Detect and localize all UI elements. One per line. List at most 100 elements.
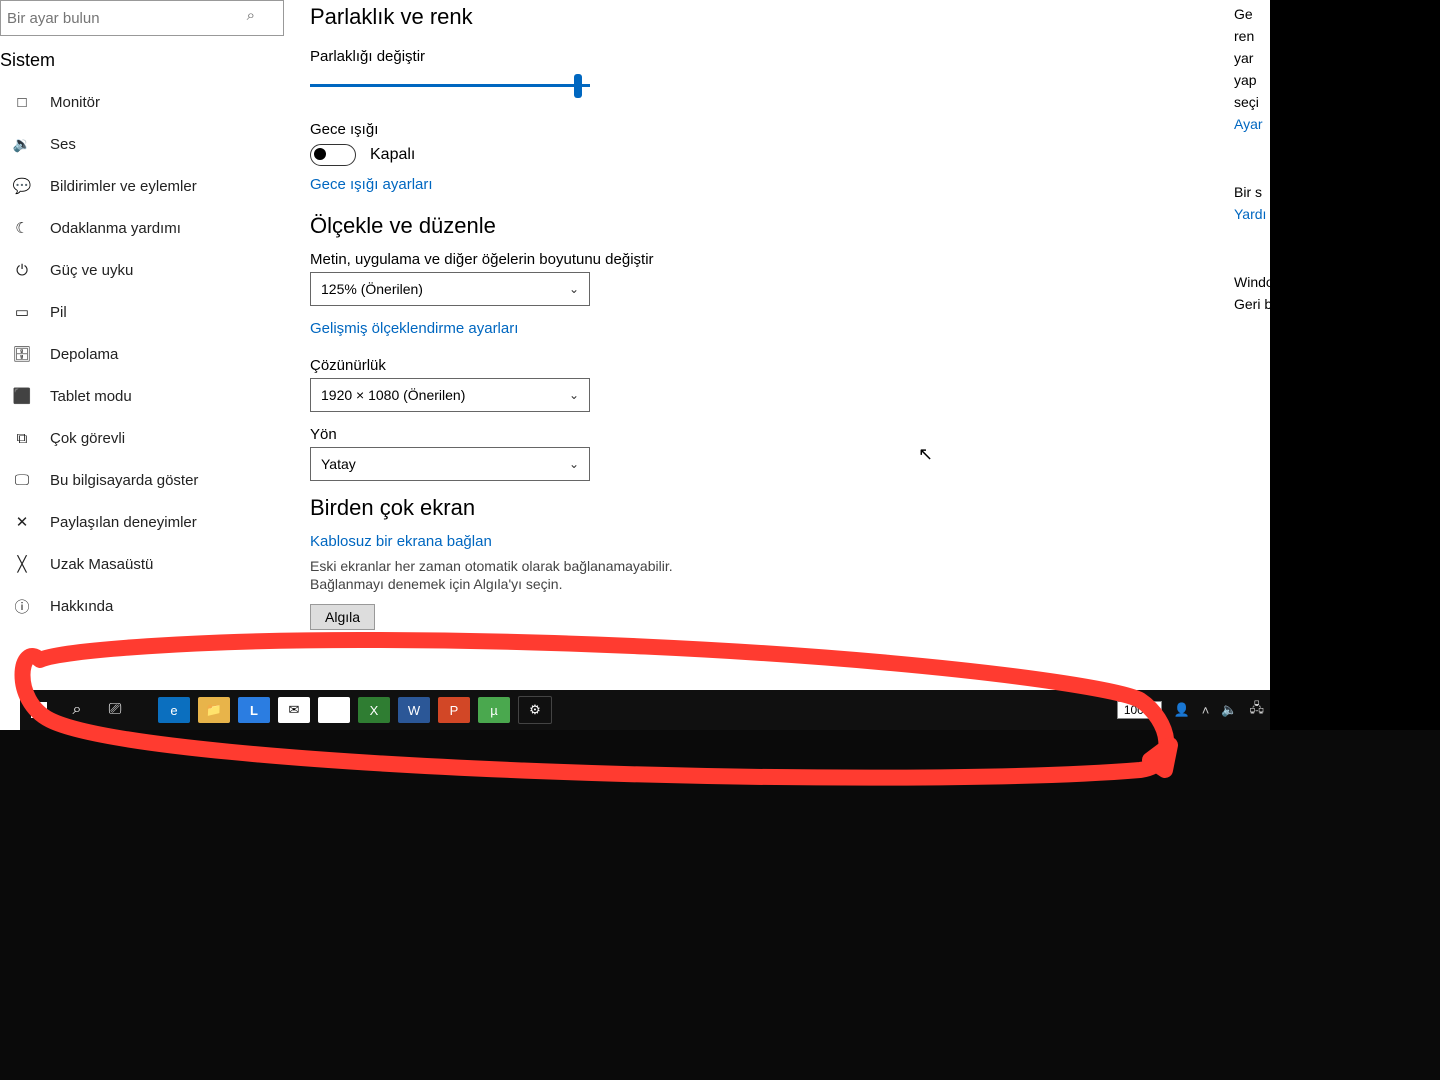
sidebar-item-label: Depolama (50, 346, 118, 363)
settings-search[interactable]: ⌕ (0, 0, 265, 36)
battery-icon: ▭ (12, 303, 32, 321)
link-wireless-display[interactable]: Kablosuz bir ekrana bağlan (310, 533, 1240, 550)
orientation-combobox[interactable]: Yatay ⌄ (310, 447, 590, 481)
section-heading-brightness: Parlaklık ve renk (310, 4, 1240, 30)
help-text: yap (1234, 72, 1270, 88)
multitask-icon: ⧉ (12, 430, 32, 447)
tray-people-icon[interactable]: 👤 (1174, 702, 1190, 718)
sidebar-item-monitor[interactable]: □Monitör (0, 81, 275, 123)
help-text: Ge (1234, 6, 1270, 22)
sidebar-nav: □Monitör 🔉Ses 💬Bildirimler ve eylemler ☾… (0, 81, 275, 627)
settings-main: Parlaklık ve renk Parlaklığı değiştir Ge… (310, 0, 1240, 690)
help-text: yar (1234, 50, 1270, 66)
combo-value: Yatay (321, 456, 356, 472)
label-resolution: Çözünürlük (310, 357, 1240, 374)
taskbar-app-chrome[interactable]: ◎ (318, 697, 350, 723)
task-view[interactable]: ⎚ (96, 690, 134, 730)
taskbar-app-explorer[interactable]: 📁 (198, 697, 230, 723)
sidebar-item-label: Çok görevli (50, 430, 125, 447)
taskbar: ⌕ ⎚ e 📁 L ✉ ◎ X W P µ ⚙ 100% 👤 ˄ 🔈 🖧 (20, 690, 1270, 730)
sidebar-item-label: Pil (50, 304, 67, 321)
sidebar-item-label: Odaklanma yardımı (50, 220, 181, 237)
start-button[interactable] (20, 690, 58, 730)
help-text: Geri bi (1234, 296, 1270, 312)
tray-chevron-up-icon[interactable]: ˄ (1202, 703, 1210, 718)
edge-icon: e (170, 703, 177, 718)
resolution-combobox[interactable]: 1920 × 1080 (Önerilen) ⌄ (310, 378, 590, 412)
taskbar-app-utorrent[interactable]: µ (478, 697, 510, 723)
taskbar-app-mail[interactable]: ✉ (278, 697, 310, 723)
chevron-down-icon: ⌄ (569, 388, 579, 402)
slider-track (310, 84, 590, 87)
toggle-knob (314, 148, 326, 160)
sidebar-item-focus[interactable]: ☾ Odaklanma yardımı (0, 207, 275, 249)
utorrent-icon: µ (490, 703, 498, 718)
sidebar-item-battery[interactable]: ▭ Pil (0, 291, 275, 333)
project-icon: 🖵 (12, 472, 32, 489)
slider-thumb[interactable] (574, 74, 582, 98)
taskbar-app-excel[interactable]: X (358, 697, 390, 723)
sidebar-item-notifications[interactable]: 💬Bildirimler ve eylemler (0, 165, 275, 207)
detect-button[interactable]: Algıla (310, 604, 375, 630)
notifications-icon: 💬 (12, 177, 32, 195)
hint-text: Bağlanmayı denemek için Algıla'yı seçin. (310, 576, 1240, 592)
taskbar-app-edge[interactable]: e (158, 697, 190, 723)
sidebar-item-label: Ses (50, 136, 76, 153)
taskbar-app-word[interactable]: W (398, 697, 430, 723)
gear-icon: ⚙ (529, 702, 541, 718)
combo-value: 1920 × 1080 (Önerilen) (321, 387, 465, 403)
help-link[interactable]: Yardı (1234, 206, 1270, 222)
power-icon: ⏻ (12, 262, 32, 279)
sidebar-item-about[interactable]: ⓘ Hakkında (0, 585, 275, 627)
sidebar-item-label: Hakkında (50, 598, 113, 615)
settings-sidebar: ⌕ Sistem □Monitör 🔉Ses 💬Bildirimler ve e… (0, 0, 275, 690)
folder-icon: 📁 (206, 702, 222, 718)
sidebar-item-storage[interactable]: 🗄 Depolama (0, 333, 275, 375)
sidebar-item-project[interactable]: 🖵 Bu bilgisayarda göster (0, 459, 275, 501)
taskbar-app-powerpoint[interactable]: P (438, 697, 470, 723)
moon-icon: ☾ (12, 219, 32, 237)
sidebar-item-label: Bu bilgisayarda göster (50, 472, 198, 489)
link-advanced-scaling[interactable]: Gelişmiş ölçeklendirme ayarları (310, 320, 1240, 337)
taskbar-app-settings[interactable]: ⚙ (518, 696, 552, 724)
tray-zoom: 100% (1117, 701, 1162, 719)
sidebar-item-label: Tablet modu (50, 388, 132, 405)
info-icon: ⓘ (12, 596, 32, 617)
search-icon: ⌕ (247, 7, 255, 24)
sidebar-item-tablet[interactable]: ⬛ Tablet modu (0, 375, 275, 417)
help-text: ren (1234, 28, 1270, 44)
sidebar-item-label: Monitör (50, 94, 100, 111)
help-link[interactable]: Ayar (1234, 116, 1270, 132)
chrome-icon: ◎ (328, 702, 339, 718)
help-text: seçi (1234, 94, 1270, 110)
help-panel: Ge ren yar yap seçi Ayar Bir s Yardı Win… (1234, 0, 1270, 690)
share-icon: ✕ (12, 513, 32, 531)
link-nightlight-settings[interactable]: Gece ışığı ayarları (310, 176, 1240, 193)
sidebar-item-shared[interactable]: ✕Paylaşılan deneyimler (0, 501, 275, 543)
label-brightness: Parlaklığı değiştir (310, 48, 1240, 65)
label-scale: Metin, uygulama ve diğer öğelerin boyutu… (310, 251, 1240, 268)
sidebar-item-power[interactable]: ⏻Güç ve uyku (0, 249, 275, 291)
brightness-slider[interactable] (310, 71, 590, 99)
storage-icon: 🗄 (12, 345, 32, 363)
tray-network-icon[interactable]: 🖧 (1250, 699, 1265, 721)
taskbar-search[interactable]: ⌕ (58, 690, 96, 730)
excel-icon: X (370, 703, 379, 718)
scale-combobox[interactable]: 125% (Önerilen) ⌄ (310, 272, 590, 306)
sidebar-item-remote[interactable]: ╳ Uzak Masaüstü (0, 543, 275, 585)
sidebar-item-multitask[interactable]: ⧉ Çok görevli (0, 417, 275, 459)
sidebar-item-label: Uzak Masaüstü (50, 556, 153, 573)
remote-icon: ╳ (12, 555, 32, 573)
chevron-down-icon: ⌄ (569, 282, 579, 296)
search-input[interactable] (0, 0, 284, 36)
sidebar-item-sound[interactable]: 🔉Ses (0, 123, 275, 165)
section-heading-scale: Ölçekle ve düzenle (310, 213, 1240, 239)
tray-volume-icon[interactable]: 🔈 (1221, 702, 1237, 718)
nightlight-toggle[interactable] (310, 144, 356, 166)
powerpoint-icon: P (450, 703, 459, 718)
letter-l-icon: L (250, 703, 258, 718)
taskbar-app-l[interactable]: L (238, 697, 270, 723)
tablet-icon: ⬛ (12, 387, 32, 405)
nightlight-state: Kapalı (370, 146, 415, 164)
system-tray: 100% 👤 ˄ 🔈 🖧 (1111, 699, 1270, 721)
